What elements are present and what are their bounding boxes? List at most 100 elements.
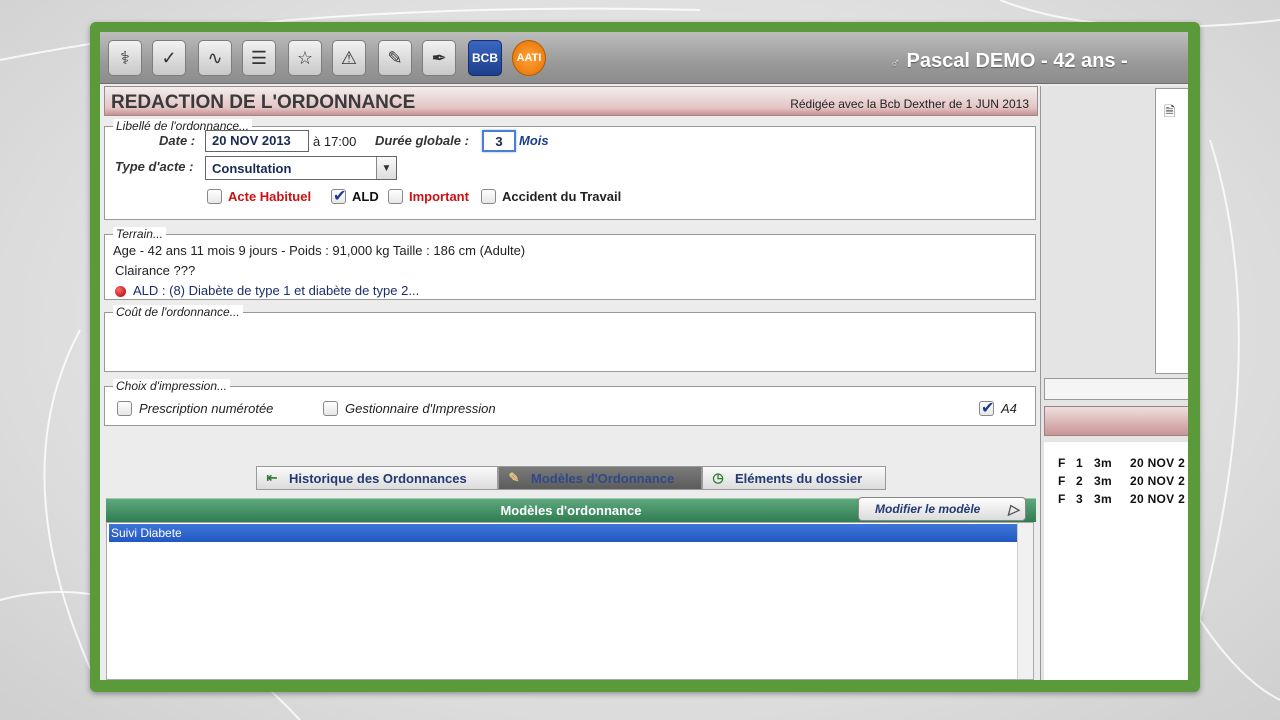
modify-model-button[interactable]: Modifier le modèle ▷ [858, 497, 1026, 521]
male-icon: ♂ [890, 54, 901, 70]
accident-travail-label: Accident du Travail [502, 189, 622, 204]
clock-icon: ◷ [712, 470, 724, 485]
prescription-history-list: F 1 3m 20 NOV 2 F 2 3m 20 NOV 2 F 3 3m 20 NOV 2 [1044, 442, 1188, 680]
tab-elements-label: Eléments du dossier [735, 470, 863, 486]
acte-habituel-checkbox[interactable] [207, 189, 222, 204]
document-edit-glyph: ✎ [387, 47, 403, 68]
impression-legend: Choix d'impression... [113, 379, 230, 393]
impression-group: Choix d'impression... Prescription numér… [104, 379, 1036, 426]
date-field[interactable]: 20 NOV 2013 [205, 130, 309, 152]
aati-glyph: AATI [516, 52, 542, 64]
gestionnaire-impression-label: Gestionnaire d'Impression [345, 401, 496, 416]
ald-status-icon [115, 286, 126, 297]
prescription-check-glyph: ✓ [161, 47, 177, 68]
duree-unit: Mois [519, 133, 549, 148]
type-acte-label: Type d'acte : [115, 159, 194, 174]
aati-icon[interactable]: AATI [512, 40, 546, 76]
stethoscope-icon[interactable]: ⚕ [108, 40, 142, 76]
bcb-icon[interactable]: BCB [468, 40, 502, 76]
cout-legend: Coût de l'ordonnance... [113, 305, 243, 319]
rx-code: F [1058, 456, 1066, 470]
toolbar: ⚕ ✓ ∿ ☰ ☆ ⚠ ✎ ✒ BCB AATI ♂ Pascal DEMO - … [100, 32, 1188, 84]
tab-modeles-label: Modèles d'Ordonnance [531, 470, 675, 486]
type-acte-select[interactable]: Consultation ▼ [205, 156, 397, 180]
lab-results-glyph: ☰ [250, 47, 268, 68]
libelle-group: Libellé de l'ordonnance... Date : 20 NOV… [104, 119, 1036, 220]
prescription-check-icon[interactable]: ✓ [152, 40, 186, 76]
patient-label: Pascal DEMO - 42 ans - [906, 50, 1128, 72]
rx-code: F [1058, 492, 1066, 506]
lab-results-icon[interactable]: ☰ [242, 40, 276, 76]
list-item[interactable]: F 1 3m 20 NOV 2 [1058, 456, 1185, 470]
chart-glyph: ∿ [207, 47, 223, 68]
accident-travail-checkbox[interactable] [481, 189, 496, 204]
tab-elements[interactable]: ◷ Eléments du dossier [702, 466, 886, 490]
document-edit-icon[interactable]: ✎ [378, 40, 412, 76]
gestionnaire-impression-checkbox[interactable] [323, 401, 338, 416]
stethoscope-glyph: ⚕ [120, 47, 130, 68]
chart-icon[interactable]: ∿ [198, 40, 232, 76]
history-icon: ⇤ [266, 470, 278, 485]
models-list: Suivi Diabete [106, 522, 1034, 680]
app-window: ⚕ ✓ ∿ ☰ ☆ ⚠ ✎ ✒ BCB AATI ♂ Pascal DEMO - … [100, 32, 1188, 680]
document-preview: 🗎 [1155, 88, 1188, 374]
right-search-input[interactable] [1044, 378, 1188, 400]
cout-group: Coût de l'ordonnance... [104, 305, 1036, 372]
duree-label: Durée globale : [375, 133, 469, 148]
date-label: Date : [159, 133, 196, 148]
right-panel: 🗎 F 1 3m 20 NOV 2 F 2 3m 20 NOV 2 F 3 3m 20 NOV 2 [1040, 86, 1188, 680]
list-item[interactable]: F 3 3m 20 NOV 2 [1058, 492, 1185, 506]
arrow-right-icon: ▷ [1008, 501, 1019, 517]
tab-modeles[interactable]: ✎ Modèles d'Ordonnance [498, 466, 702, 490]
acte-habituel-label: Acte Habituel [228, 189, 312, 204]
terrain-group: Terrain... Age - 42 ans 11 mois 9 jours … [104, 227, 1036, 300]
a4-label: A4 [1001, 401, 1017, 416]
rx-duration: 3m [1094, 474, 1112, 488]
ald-label: ALD [352, 189, 379, 204]
type-acte-value: Consultation [212, 161, 292, 176]
page-title: REDACTION DE L'ORDONNANCE [111, 92, 416, 113]
vertical-scrollbar[interactable] [1017, 523, 1033, 679]
prescription-panel: REDACTION DE L'ORDONNANCE Rédigée avec l… [104, 86, 1038, 680]
atcd-warning-glyph: ⚠ [340, 47, 358, 68]
rx-num: 2 [1076, 474, 1083, 488]
duree-field[interactable]: 3 [482, 130, 516, 152]
rx-date: 20 NOV 2 [1130, 492, 1186, 506]
rx-date: 20 NOV 2 [1130, 474, 1186, 488]
database-source: Rédigée avec la Bcb Dexther de 1 JUN 201… [790, 97, 1029, 111]
models-icon: ✎ [508, 470, 520, 485]
atcd-warning-icon[interactable]: ⚠ [332, 40, 366, 76]
prescription-numerotee-checkbox[interactable] [117, 401, 132, 416]
a4-checkbox[interactable] [979, 398, 994, 418]
patient-name: ♂ Pascal DEMO - 42 ans - [890, 50, 1128, 73]
bcb-glyph: BCB [472, 51, 498, 65]
ald-checkbox[interactable] [331, 186, 346, 206]
document-icon[interactable]: 🗎 [1164, 101, 1175, 125]
imaging-icon[interactable]: ☆ [288, 40, 322, 76]
rx-duration: 3m [1094, 492, 1112, 506]
pen-sign-glyph: ✒ [431, 47, 447, 68]
terrain-legend: Terrain... [113, 227, 166, 241]
time-text: à 17:00 [313, 134, 357, 149]
modify-model-label: Modifier le modèle [875, 502, 981, 516]
rx-duration: 3m [1094, 456, 1112, 470]
pen-sign-icon[interactable]: ✒ [422, 40, 456, 76]
tab-bar: ⇤ Historique des Ordonnances ✎ Modèles d… [104, 466, 1038, 490]
imaging-glyph: ☆ [296, 47, 314, 68]
chevron-down-icon[interactable]: ▼ [376, 157, 396, 179]
important-checkbox[interactable] [388, 189, 403, 204]
clairance-line: Clairance ??? [115, 263, 196, 278]
patient-info-line: Age - 42 ans 11 mois 9 jours - Poids : 9… [113, 243, 526, 258]
rx-num: 3 [1076, 492, 1083, 506]
list-item[interactable]: F 2 3m 20 NOV 2 [1058, 474, 1185, 488]
page-title-bar: REDACTION DE L'ORDONNANCE Rédigée avec l… [104, 86, 1038, 116]
tab-historique[interactable]: ⇤ Historique des Ordonnances [256, 466, 498, 490]
rx-date: 20 NOV 2 [1130, 456, 1186, 470]
important-label: Important [409, 189, 469, 204]
list-item[interactable]: Suivi Diabete [109, 524, 1017, 542]
ald-line[interactable]: ALD : (8) Diabète de type 1 et diabète d… [133, 283, 419, 298]
rx-num: 1 [1076, 456, 1083, 470]
rx-code: F [1058, 474, 1066, 488]
tab-historique-label: Historique des Ordonnances [289, 470, 467, 486]
prescription-numerotee-label: Prescription numérotée [139, 401, 274, 416]
